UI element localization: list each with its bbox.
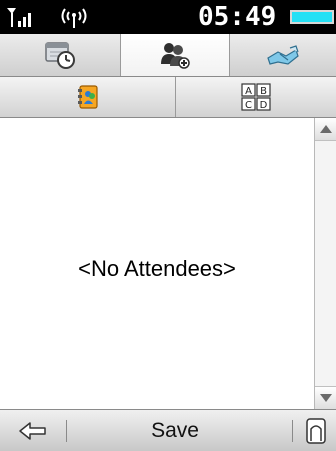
- status-bar: 05:49: [0, 0, 336, 34]
- scroll-track[interactable]: [315, 140, 336, 387]
- tab-attendees[interactable]: [120, 34, 230, 76]
- vertical-scrollbar[interactable]: [314, 118, 336, 409]
- alphabetical-view-button[interactable]: A B C D: [176, 77, 336, 117]
- letter-c: C: [245, 100, 252, 111]
- signal-strength-icon: [7, 8, 31, 27]
- scroll-down-arrow-icon: [319, 394, 332, 402]
- calendar-clock-icon: [45, 42, 75, 69]
- home-icon: [306, 417, 326, 444]
- back-button[interactable]: [0, 410, 66, 451]
- scroll-up-button[interactable]: [315, 118, 336, 141]
- home-button[interactable]: [296, 410, 336, 451]
- handshake-icon: [267, 45, 299, 65]
- battery-icon: [290, 10, 334, 24]
- letter-d: D: [260, 100, 268, 111]
- view-toolbar: A B C D: [0, 77, 336, 118]
- letter-a: A: [245, 86, 252, 97]
- tab-calendar[interactable]: [0, 34, 120, 76]
- tab-actions[interactable]: [230, 34, 336, 76]
- letter-b: B: [260, 86, 267, 97]
- attendee-list[interactable]: <No Attendees>: [0, 118, 314, 409]
- divider: [66, 420, 67, 442]
- add-attendee-icon: [161, 43, 190, 69]
- wireless-antenna-icon: [61, 8, 87, 28]
- contacts-button[interactable]: [0, 77, 176, 117]
- abcd-letters-icon: A B C D: [241, 83, 271, 111]
- back-arrow-icon: [19, 421, 46, 440]
- bottom-softkey-bar: Save: [0, 409, 336, 451]
- empty-list-message: <No Attendees>: [78, 256, 236, 281]
- contacts-book-icon: [77, 85, 98, 109]
- top-tab-bar: [0, 34, 336, 77]
- save-button[interactable]: Save: [100, 410, 250, 451]
- scroll-up-arrow-icon: [319, 125, 332, 133]
- divider: [292, 420, 293, 442]
- scroll-down-button[interactable]: [315, 386, 336, 409]
